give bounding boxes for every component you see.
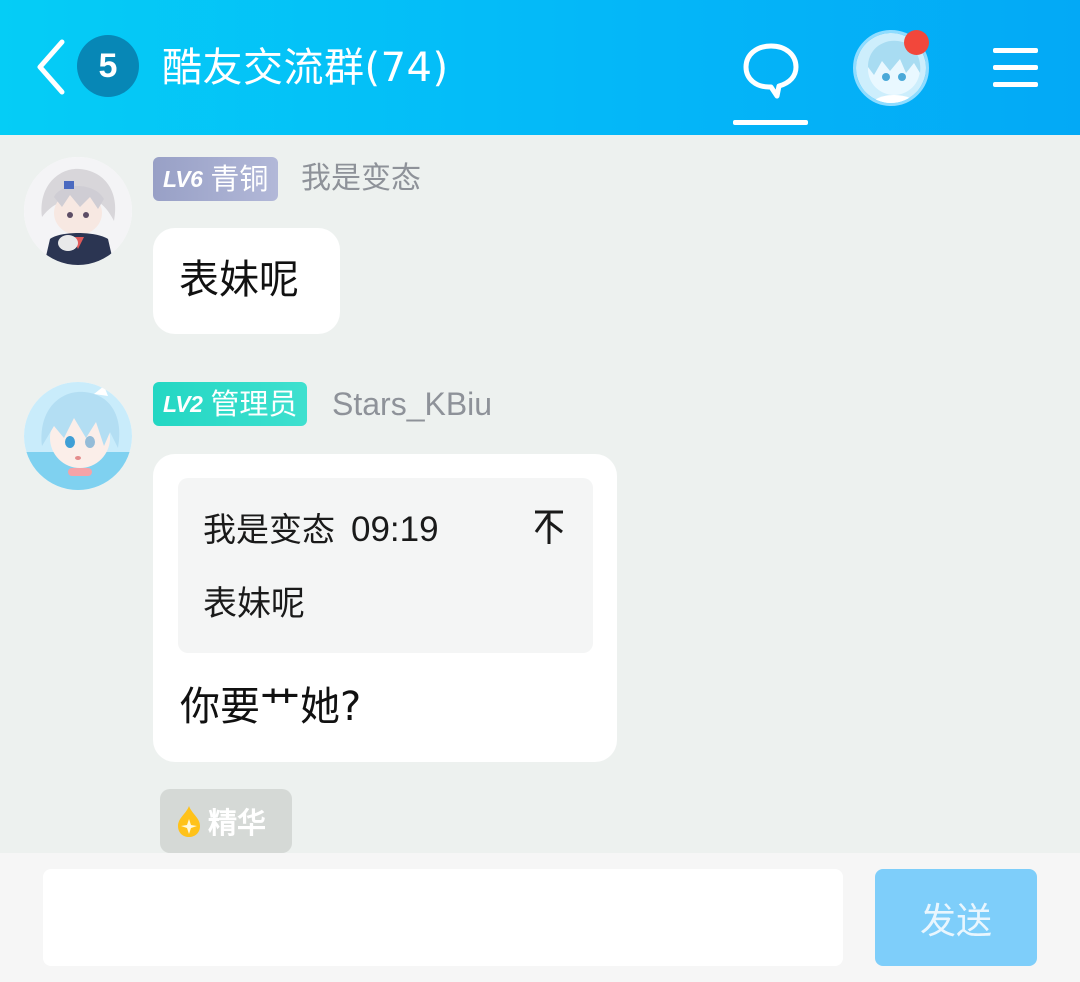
avatar-image [24,382,132,490]
group-title: 酷友交流群(74) [162,45,449,91]
message-bubble[interactable]: 我是变态 09:19 表妹呢 你要艹她? [153,454,617,762]
flame-icon [178,806,200,837]
active-tab-indicator [733,120,808,125]
sender-name[interactable]: 我是变态 [301,157,421,201]
essence-label: 精华 [208,806,267,840]
avatar-image [24,157,132,265]
quote-time: 09:19 [351,510,439,549]
jump-to-quote-button[interactable] [531,508,567,548]
message-bubble[interactable]: 表妹呢 [153,228,340,334]
sender-name[interactable]: Stars_KBiu [332,382,492,426]
user-avatar-1[interactable] [24,157,132,265]
level-title: 青铜 [210,162,269,196]
message-input[interactable] [43,869,843,966]
quote-author: 我是变态 [203,510,335,549]
level-number: LV2 [163,391,203,417]
level-number: LV6 [163,166,203,192]
quote-text: 表妹呢 [203,584,305,624]
unread-count-badge[interactable]: 5 [77,35,139,97]
chat-tab[interactable] [733,36,809,131]
send-button[interactable]: 发送 [875,869,1037,966]
back-button[interactable] [30,34,74,100]
level-badge: LV6 青铜 [153,157,279,201]
notification-dot [904,30,929,55]
input-bar: 发送 [0,853,1080,982]
quoted-message[interactable]: 我是变态 09:19 表妹呢 [178,478,593,653]
message-text: 你要艹她? [180,684,362,730]
scroll-to-top-icon [534,510,563,544]
speech-bubble-icon [743,43,799,99]
level-badge: LV2 管理员 [153,382,308,426]
menu-button[interactable] [993,48,1038,88]
top-bar: 5 酷友交流群(74) [0,0,1080,135]
hamburger-menu-icon [993,48,1038,53]
message-text: 表妹呢 [179,257,299,303]
level-title: 管理员 [210,387,298,421]
chevron-left-icon [37,39,65,95]
user-avatar-2[interactable] [24,382,132,490]
essence-tag[interactable]: 精华 [160,789,292,853]
